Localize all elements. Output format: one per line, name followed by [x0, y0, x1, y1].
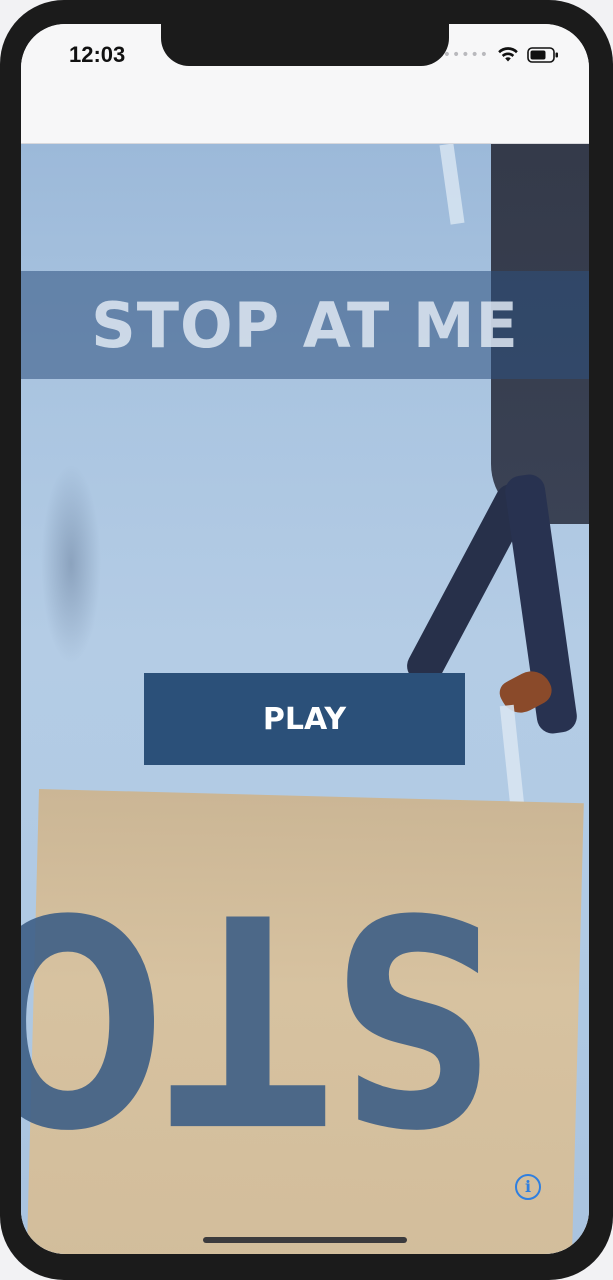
home-indicator[interactable] — [203, 1237, 407, 1243]
cellular-signal-icon: ••••• — [442, 46, 489, 63]
background-stop-lettering: STOP — [21, 847, 496, 1182]
device-frame: 12:03 ••••• ST STOP AT ME PLAY i — [0, 0, 613, 1280]
game-title: STOP AT ME — [91, 288, 519, 362]
info-icon[interactable]: i — [515, 1174, 541, 1200]
status-time: 12:03 — [69, 42, 126, 67]
device-notch — [161, 24, 449, 66]
title-banner: STOP AT ME — [21, 271, 589, 379]
play-button[interactable]: PLAY — [144, 673, 465, 765]
battery-icon — [527, 46, 559, 63]
status-indicators: ••••• — [443, 46, 559, 63]
main-content: STOP STOP AT ME PLAY i — [21, 144, 589, 1254]
wifi-icon — [497, 46, 519, 63]
background-lane-line — [439, 144, 465, 225]
background-smudge — [41, 464, 101, 664]
app-screen: 12:03 ••••• ST STOP AT ME PLAY i — [21, 24, 589, 1254]
